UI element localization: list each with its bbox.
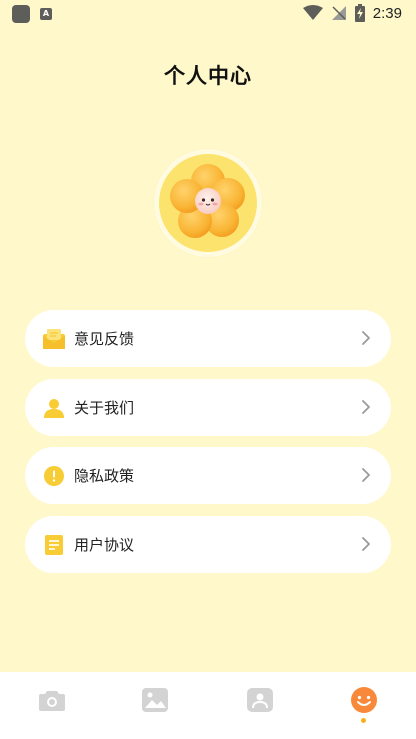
app-notification-icon (12, 5, 30, 23)
active-indicator-dot (361, 718, 366, 723)
clock: 2:39 (372, 4, 402, 22)
chevron-right-icon (362, 331, 370, 345)
a-notification-icon: A (40, 8, 52, 20)
page-title: 个人中心 (164, 64, 252, 88)
menu-item-label: 用户协议 (74, 536, 135, 554)
feedback-envelope-icon (43, 328, 65, 350)
document-icon (43, 534, 65, 556)
bottom-nav (0, 672, 416, 739)
menu-item-label: 隐私政策 (74, 467, 135, 485)
chevron-right-icon (362, 400, 370, 414)
menu-item-about-us[interactable]: 关于我们 (25, 379, 391, 436)
battery-charging-icon (354, 4, 365, 22)
status-bar-right: 2:39 (302, 4, 402, 22)
menu-item-feedback[interactable]: 意见反馈 (25, 310, 391, 367)
exclamation-circle-icon (43, 465, 65, 487)
wifi-icon (302, 5, 323, 20)
status-bar-left: A (12, 5, 52, 23)
menu-item-label: 意见反馈 (74, 330, 135, 348)
smiley-icon (351, 687, 377, 713)
chevron-right-icon (362, 468, 370, 482)
nav-profile-card[interactable] (246, 686, 274, 714)
chevron-right-icon (362, 537, 370, 551)
status-bar: A 2:39 (0, 0, 416, 28)
avatar[interactable] (153, 148, 263, 258)
nav-camera[interactable] (38, 686, 66, 714)
person-icon (43, 397, 65, 419)
gallery-icon (142, 688, 168, 712)
menu-item-label: 关于我们 (74, 399, 135, 417)
camera-icon (39, 691, 65, 711)
menu-item-privacy-policy[interactable]: 隐私政策 (25, 447, 391, 504)
menu-item-user-agreement[interactable]: 用户协议 (25, 516, 391, 573)
nav-gallery[interactable] (141, 686, 169, 714)
flower-avatar-icon (170, 164, 245, 238)
person-card-icon (247, 688, 273, 712)
nav-personal-center[interactable] (350, 686, 378, 714)
no-signal-icon (331, 6, 346, 20)
